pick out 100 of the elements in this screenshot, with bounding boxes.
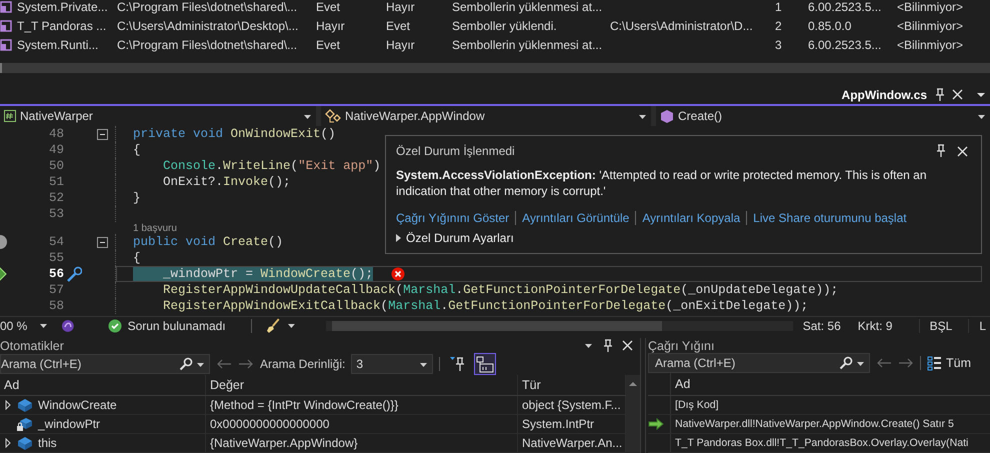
class-icon: [325, 109, 341, 123]
search-input[interactable]: Arama (Ctrl+E): [1, 357, 176, 371]
variable-name: WindowCreate: [38, 398, 117, 412]
line-ending-indicator[interactable]: L: [968, 318, 990, 332]
panel-title: Otomatikler: [0, 338, 64, 352]
vertical-scrollbar[interactable]: [626, 375, 640, 453]
column-header[interactable]: Ad: [671, 377, 690, 391]
toggle-button[interactable]: [474, 353, 496, 375]
code-line: public void Create(): [133, 235, 284, 249]
link[interactable]: Çağrı Yığınını Göster: [396, 211, 510, 225]
line-indicator: Sat: 56: [802, 318, 842, 332]
code-line: _windowPtr = WindowCreate();: [133, 267, 374, 281]
close-icon[interactable]: [621, 339, 634, 352]
exception-message: System.AccessViolationException: 'Attempted to read or write protected memory. This is often an indication that other memory is corrupt.': [396, 167, 928, 199]
variable-type: object {System.F...: [522, 398, 621, 412]
column-header[interactable]: Ad: [0, 375, 206, 395]
object-icon: [16, 435, 34, 451]
link[interactable]: Ayrıntıları Görüntüle: [522, 211, 630, 225]
brush-icon[interactable]: [266, 318, 282, 334]
table-cell: 2: [775, 18, 782, 32]
csharp-icon: [4, 110, 16, 122]
search-icon[interactable]: [839, 356, 853, 370]
code-line: Console.WriteLine("Exit app"): [162, 159, 381, 173]
collapse-icon[interactable]: [97, 236, 108, 248]
table-cell: <Bilinmiyor>: [897, 38, 964, 52]
navigation-dropdown[interactable]: Create(): [656, 106, 990, 126]
link[interactable]: Live Share oturumunu başlat: [753, 211, 907, 225]
line-number: 58: [48, 299, 64, 313]
show-all-button[interactable]: Tüm: [927, 356, 971, 370]
module-icon: [0, 0, 12, 12]
table-cell: C:\Users\Administrator\Desktop\...: [117, 18, 298, 32]
insert-mode-indicator[interactable]: BŞL: [918, 318, 962, 332]
forward-arrow-icon[interactable]: [898, 357, 914, 369]
pin-icon[interactable]: [601, 338, 613, 352]
stack-frame[interactable]: T_T Pandoras Box.dll!T_T_PandorasBox.Overlay.Overlay(Nati: [675, 437, 968, 449]
line-number: 50: [48, 159, 64, 173]
code-line: private void OnWindowExit(): [133, 127, 336, 141]
variable-type: NativeWarper.An...: [522, 436, 622, 450]
column-header[interactable]: Değer: [206, 375, 518, 395]
search-field[interactable]: Arama (Ctrl+E): [0, 354, 210, 374]
caret-icon[interactable]: [584, 341, 593, 350]
table-cell: 6.00.2523.5...: [808, 0, 882, 14]
code-line: {: [133, 251, 141, 265]
expand-icon[interactable]: [4, 438, 12, 448]
line-number: 56: [48, 267, 64, 281]
issues-status[interactable]: Sorun bulunamadı: [128, 318, 226, 332]
expand-icon[interactable]: [4, 400, 12, 410]
pin-icon[interactable]: [934, 144, 946, 158]
search-field[interactable]: Arama (Ctrl+E): [648, 353, 870, 373]
close-icon[interactable]: [956, 144, 969, 158]
line-number: 51: [48, 175, 64, 189]
exception-settings-expander[interactable]: Özel Durum Ayarları: [396, 231, 514, 245]
search-input[interactable]: Arama (Ctrl+E): [649, 356, 836, 370]
table-cell: 0.85.0.0: [808, 18, 852, 32]
depth-dropdown[interactable]: 3: [351, 354, 434, 374]
horizontal-scrollbar[interactable]: [326, 320, 793, 330]
link[interactable]: Ayrıntıları Kopyala: [642, 211, 740, 225]
variable-type: System.IntPtr: [522, 417, 594, 431]
table-cell: 6.00.2523.5...: [808, 38, 882, 52]
pin-filter-icon: [449, 356, 466, 372]
depth-label: Arama Derinliği:: [260, 357, 346, 371]
pin-icon[interactable]: [933, 88, 945, 102]
table-cell: Semboller yüklendi.: [452, 18, 557, 32]
reference-count-link[interactable]: 1 başvuru: [133, 222, 177, 234]
text-view-icon: [476, 356, 494, 372]
column-indicator: Krkt: 9: [858, 318, 894, 332]
module-icon: [0, 38, 12, 50]
caret-icon: [39, 321, 48, 330]
variable-value: {Method = {IntPtr WindowCreate()}}: [210, 398, 398, 412]
table-cell: Hayır: [386, 0, 415, 14]
list-icon: [927, 356, 942, 370]
table-cell: Sembollerin yüklenmesi at...: [452, 0, 602, 14]
search-icon[interactable]: [179, 357, 193, 371]
line-number: 57: [48, 283, 64, 297]
back-arrow-icon[interactable]: [876, 357, 892, 369]
stack-frame[interactable]: [Dış Kod]: [675, 399, 719, 411]
line-number: 48: [48, 127, 64, 141]
collapse-icon[interactable]: [97, 128, 108, 140]
check-icon[interactable]: [108, 318, 122, 332]
locked-field-icon: [16, 416, 34, 432]
close-icon[interactable]: [951, 88, 964, 101]
table-cell: Evet: [316, 0, 340, 14]
table-cell: Hayır: [316, 18, 345, 32]
navigation-dropdown[interactable]: NativeWarper: [0, 106, 316, 126]
table-cell: 3: [775, 38, 782, 52]
line-number: 54: [48, 235, 64, 249]
back-arrow-icon[interactable]: [216, 358, 232, 370]
horizontal-scrollbar[interactable]: [0, 63, 990, 73]
popup-title: Özel Durum İşlenmedi: [396, 144, 515, 158]
navigation-dropdown[interactable]: NativeWarper.AppWindow: [321, 106, 651, 126]
code-line: {: [133, 143, 141, 157]
forward-arrow-icon[interactable]: [238, 358, 254, 370]
line-number: 55: [48, 251, 64, 265]
variable-value: {NativeWarper.AppWindow}: [210, 436, 358, 450]
variable-name: _windowPtr: [38, 417, 100, 431]
table-cell: Sembollerin yüklenmesi at...: [452, 38, 602, 52]
caret-icon[interactable]: [287, 321, 296, 330]
table-cell: C:\Users\Administrator\D...: [610, 18, 753, 32]
error-icon[interactable]: [391, 267, 406, 281]
stack-frame[interactable]: NativeWarper.dll!NativeWarper.AppWindow.Create() Satır 5: [675, 418, 954, 430]
